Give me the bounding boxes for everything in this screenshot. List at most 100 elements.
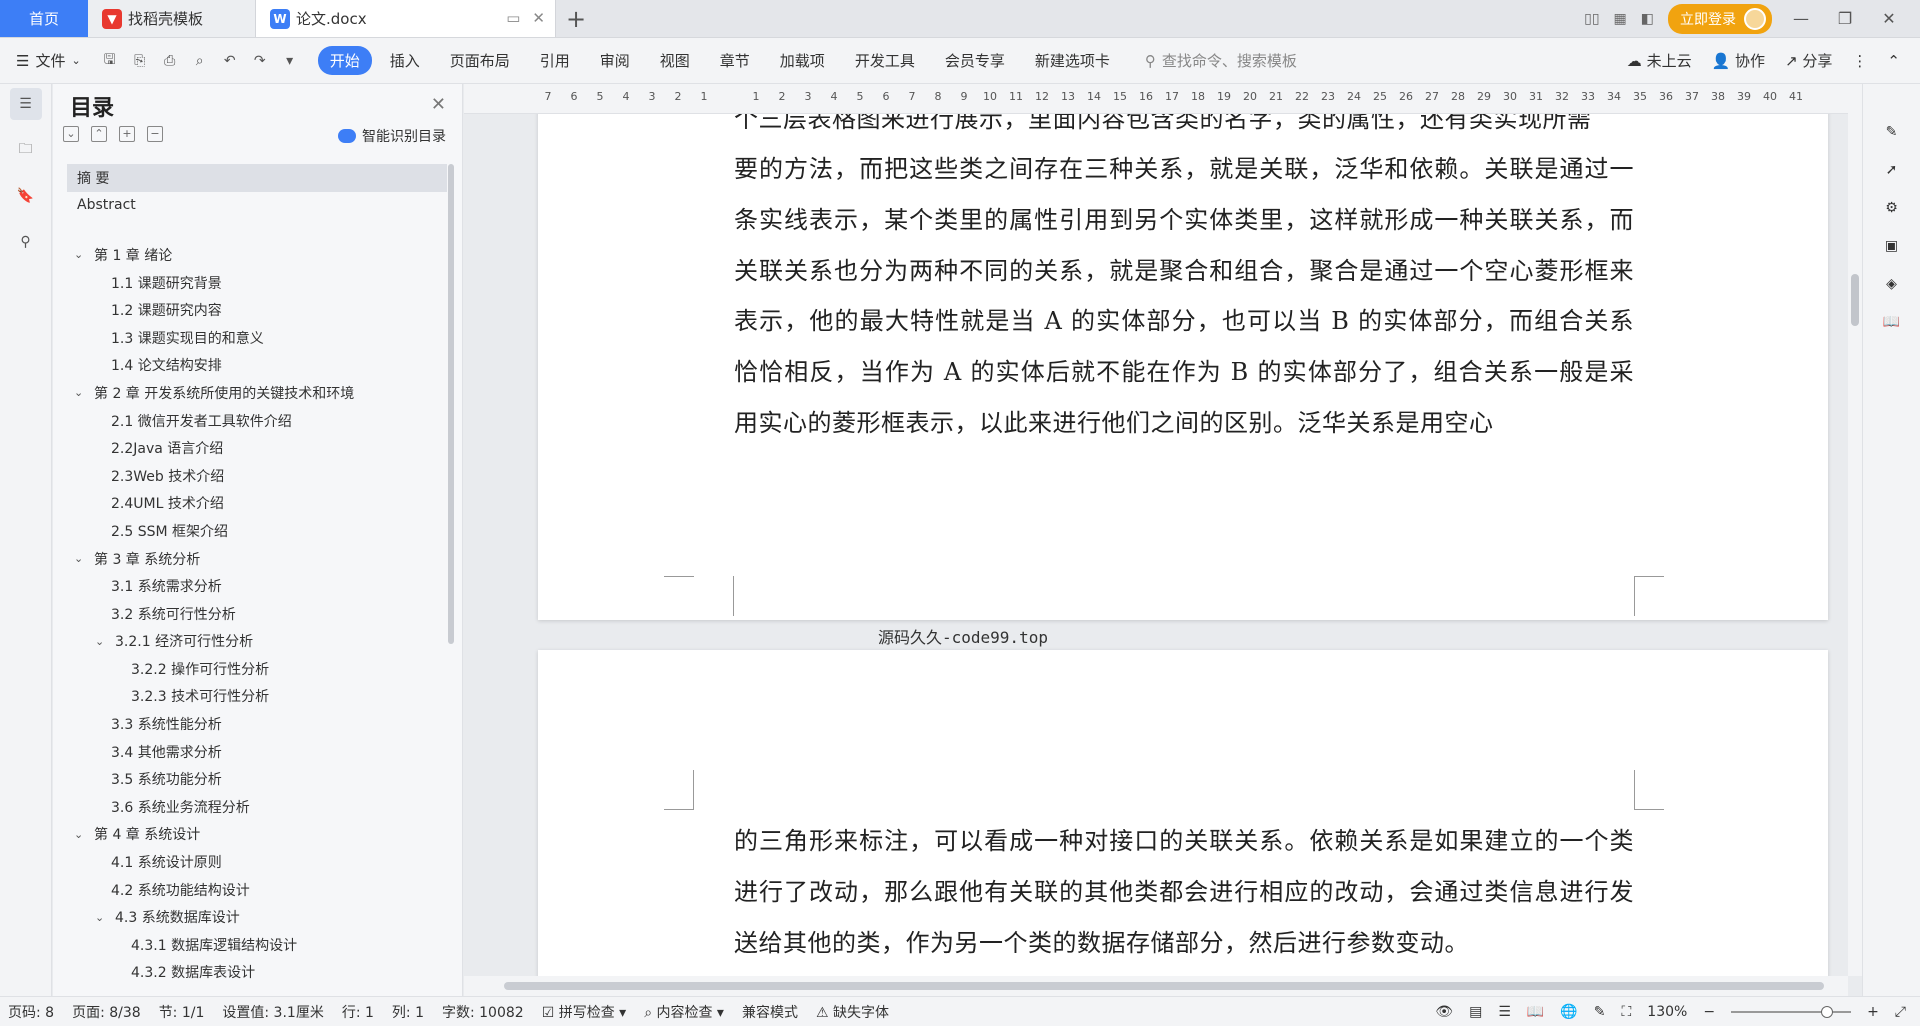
navigation-compass-icon[interactable]: ◈ xyxy=(1886,276,1897,292)
toc-item[interactable]: 3.5 系统功能分析 xyxy=(67,765,447,793)
reading-book-icon[interactable]: 📖 xyxy=(1883,314,1900,330)
close-icon[interactable]: ✕ xyxy=(431,94,446,115)
zoom-slider-knob[interactable] xyxy=(1821,1005,1834,1018)
menu-item-1[interactable]: 插入 xyxy=(378,46,432,75)
document-canvas[interactable]: 个三层表格图来进行展示，里面内容包含类的名字，类的属性，还有类实现所需 要的方法… xyxy=(464,114,1848,976)
menu-item-2[interactable]: 页面布局 xyxy=(438,46,522,75)
toc-item[interactable]: 4.2 系统功能结构设计 xyxy=(67,876,447,904)
chevron-down-icon[interactable]: ⌄ xyxy=(74,248,88,261)
undo-icon[interactable]: ↶ xyxy=(219,50,241,72)
fullscreen-icon[interactable]: ⤢ xyxy=(1895,1004,1906,1020)
save-icon[interactable]: 🖫 xyxy=(99,50,121,72)
toc-item[interactable]: ⌄ 第 4 章 系统设计 xyxy=(67,821,447,849)
toc-item[interactable]: 2.5 SSM 框架介绍 xyxy=(67,517,447,545)
document-vertical-scrollbar[interactable] xyxy=(1848,84,1862,976)
toc-item[interactable]: 4.3.1 数据库逻辑结构设计 xyxy=(67,931,447,959)
toc-item[interactable]: 3.2 系统可行性分析 xyxy=(67,600,447,628)
document-page[interactable]: 的三角形来标注，可以看成一种对接口的关联关系。依赖关系是如果建立的一个类进行了改… xyxy=(538,650,1828,976)
status-row[interactable]: 行: 1 xyxy=(342,1002,374,1022)
toc-item[interactable]: 1.4 论文结构安排 xyxy=(67,352,447,380)
toc-item[interactable]: ⌄ 4.3 系统数据库设计 xyxy=(67,903,447,931)
close-window-icon[interactable]: ✕ xyxy=(1874,9,1904,28)
print-icon[interactable]: ⎙ xyxy=(159,50,181,72)
window-mode-icon[interactable]: ▭ xyxy=(506,9,520,27)
status-section[interactable]: 节: 1/1 xyxy=(159,1002,205,1022)
toc-item[interactable]: 3.1 系统需求分析 xyxy=(67,572,447,600)
quick-access-more-icon[interactable]: ▾ xyxy=(279,50,301,72)
collab-button[interactable]: 👤 协作 xyxy=(1712,50,1765,71)
menu-item-9[interactable]: 会员专享 xyxy=(933,46,1017,75)
read-view-icon[interactable]: 📖 xyxy=(1527,1004,1544,1020)
toc-item[interactable]: ⌄ 3.2.1 经济可行性分析 xyxy=(67,628,447,656)
document-horizontal-scrollbar[interactable] xyxy=(464,976,1848,996)
toc-item[interactable]: 1.2 课题研究内容 xyxy=(67,296,447,324)
close-tab-icon[interactable]: ✕ xyxy=(532,9,545,27)
menu-item-3[interactable]: 引用 xyxy=(528,46,582,75)
chevron-down-icon[interactable]: ⌄ xyxy=(74,828,88,841)
scroll-thumb[interactable] xyxy=(1851,274,1859,326)
cloud-status[interactable]: ☁ 未上云 xyxy=(1627,50,1692,71)
tab-document[interactable]: W 论文.docx ▭ ✕ xyxy=(256,0,556,37)
horizontal-ruler[interactable]: 7 6 5 4 3 2 1 1 2 3 4 5 6 7 8 9 10 11 12 13 14 15 16 17 18 19 20 21… xyxy=(464,84,1848,114)
toc-item[interactable]: 1.3 课题实现目的和意义 xyxy=(67,324,447,352)
missing-font[interactable]: ⚠ 缺失字体 xyxy=(816,1002,889,1022)
layout-icon[interactable]: ▯▯ xyxy=(1584,11,1599,27)
image-tool-icon[interactable]: ▣ xyxy=(1885,238,1898,254)
toc-item[interactable]: 2.1 微信开发者工具软件介绍 xyxy=(67,407,447,435)
toc-item[interactable]: 3.2.2 操作可行性分析 xyxy=(67,655,447,683)
status-page[interactable]: 页面: 8/38 xyxy=(72,1002,141,1022)
add-heading-icon[interactable]: + xyxy=(119,126,135,142)
zoom-level[interactable]: 130% xyxy=(1647,1004,1687,1020)
eye-protect-icon[interactable]: 👁 xyxy=(1435,1004,1453,1020)
toc-item[interactable]: ⌄ 第 1 章 绪论 xyxy=(67,241,447,269)
toc-item[interactable]: 3.3 系统性能分析 xyxy=(67,710,447,738)
tab-template[interactable]: ▼ 找稻壳模板 xyxy=(88,0,256,37)
adjust-settings-icon[interactable]: ⚙ xyxy=(1885,200,1898,216)
page-view-icon[interactable]: ▤ xyxy=(1469,1004,1482,1020)
toc-item[interactable]: 2.2Java 语言介绍 xyxy=(67,434,447,462)
edit-pen-icon[interactable]: ✎ xyxy=(1886,124,1898,140)
chevron-down-icon[interactable]: ⌄ xyxy=(95,635,109,648)
chevron-down-icon[interactable]: ⌄ xyxy=(74,552,88,565)
status-words[interactable]: 字数: 10082 xyxy=(442,1002,524,1022)
spell-check-toggle[interactable]: ☑ 拼写检查 ▾ xyxy=(542,1002,627,1022)
print-preview-icon[interactable]: ⌕ xyxy=(189,50,211,72)
collapse-all-icon[interactable]: ⌄ xyxy=(63,126,79,142)
zoom-slider[interactable] xyxy=(1731,1005,1852,1018)
toc-scrollbar[interactable] xyxy=(448,164,454,644)
toc-item[interactable]: Abstract xyxy=(67,192,447,220)
compat-mode[interactable]: 兼容模式 xyxy=(742,1002,798,1022)
toc-item[interactable]: 4.3.2 数据库表设计 xyxy=(67,959,447,987)
chapter-nav-icon[interactable]: 🗀 xyxy=(10,134,42,166)
more-menu-icon[interactable]: ⋮ xyxy=(1852,52,1867,70)
toc-item[interactable]: 2.4UML 技术介绍 xyxy=(67,490,447,518)
redo-icon[interactable]: ↷ xyxy=(249,50,271,72)
collapse-ribbon-icon[interactable]: ⌃ xyxy=(1887,52,1900,70)
menu-item-7[interactable]: 加载项 xyxy=(768,46,837,75)
login-button[interactable]: 立即登录 xyxy=(1668,3,1772,34)
expand-up-icon[interactable]: ⌃ xyxy=(91,126,107,142)
toc-item[interactable]: 3.6 系统业务流程分析 xyxy=(67,793,447,821)
menu-item-4[interactable]: 审阅 xyxy=(588,46,642,75)
menu-item-8[interactable]: 开发工具 xyxy=(843,46,927,75)
fit-page-icon[interactable]: ⛶ xyxy=(1621,1004,1631,1020)
menu-item-0[interactable]: 开始 xyxy=(317,46,372,75)
toc-item[interactable]: 1.1 课题研究背景 xyxy=(67,269,447,297)
toc-item[interactable]: 3.4 其他需求分析 xyxy=(67,738,447,766)
chevron-down-icon[interactable]: ⌄ xyxy=(74,386,88,399)
share-button[interactable]: ↗ 分享 xyxy=(1785,50,1832,71)
status-col[interactable]: 列: 1 xyxy=(392,1002,424,1022)
minimize-icon[interactable]: — xyxy=(1786,9,1816,28)
new-tab-button[interactable]: + xyxy=(556,0,596,37)
content-check-toggle[interactable]: ⌕ 内容检查 ▾ xyxy=(644,1002,724,1022)
chevron-down-icon[interactable]: ⌄ xyxy=(95,911,109,924)
file-menu[interactable]: ☰ 文件 ⌄ xyxy=(16,50,81,71)
toc-item[interactable]: 4.1 系统设计原则 xyxy=(67,848,447,876)
select-cursor-icon[interactable]: ➚ xyxy=(1886,162,1898,178)
zoom-in-icon[interactable]: + xyxy=(1867,1004,1879,1020)
toc-item[interactable]: ⌄ 第 3 章 系统分析 xyxy=(67,545,447,573)
skin-icon[interactable]: ◧ xyxy=(1641,11,1654,27)
export-pdf-icon[interactable]: ⎘ xyxy=(129,50,151,72)
web-view-icon[interactable]: 🌐 xyxy=(1560,1004,1577,1020)
toc-item[interactable]: ⌄ 第 2 章 开发系统所使用的关键技术和环境 xyxy=(67,379,447,407)
